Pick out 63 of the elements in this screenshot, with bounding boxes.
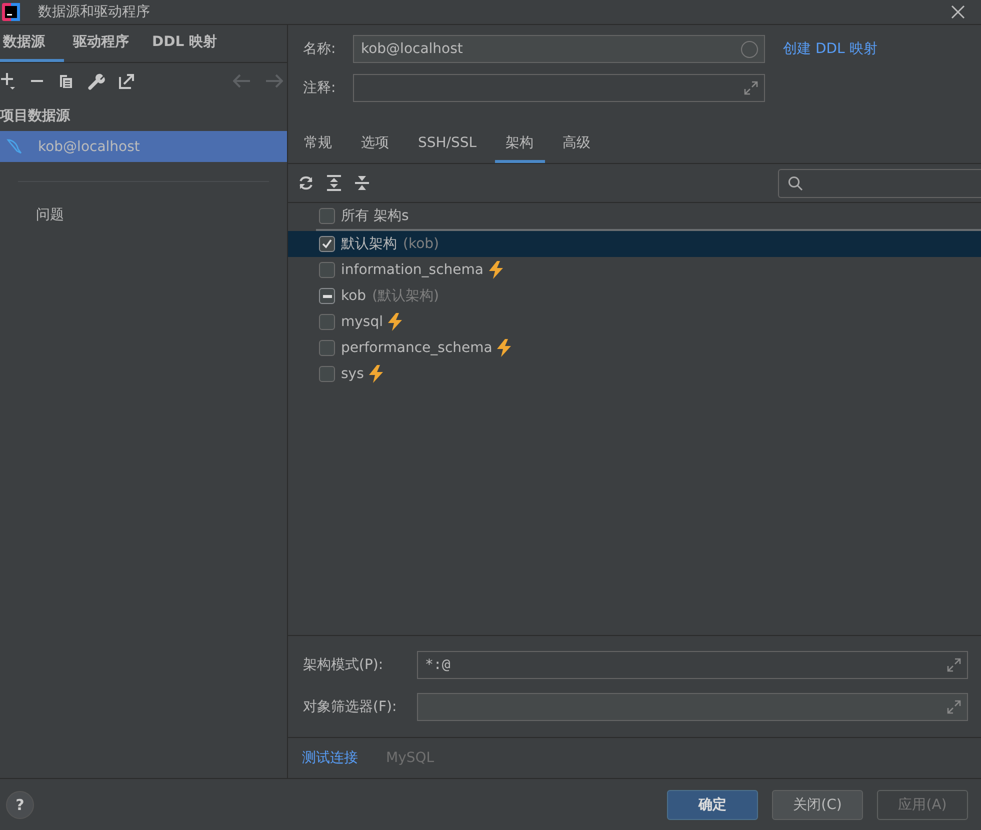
tab[interactable]: 选项 [350, 126, 400, 163]
expand-icon[interactable] [947, 658, 961, 672]
search-icon [788, 176, 803, 190]
checkbox[interactable] [319, 262, 335, 278]
ok-button[interactable]: 确定 [667, 790, 758, 820]
wrench-icon[interactable] [88, 72, 105, 90]
expand-icon[interactable] [947, 700, 961, 714]
sidebar-tab[interactable]: 驱动程序 [70, 25, 143, 62]
object-filter-label: 对象筛选器(F): [303, 698, 398, 716]
comment-field[interactable] [353, 74, 765, 102]
schema-row[interactable]: kob (默认架构) [288, 283, 981, 309]
object-filter-field[interactable] [417, 693, 968, 721]
schema-row[interactable]: 默认架构 (kob) [288, 231, 981, 257]
tab[interactable]: 高级 [552, 126, 602, 163]
tab[interactable]: 常规 [293, 126, 343, 163]
test-connection-link[interactable]: 测试连接 [302, 749, 358, 767]
close-icon[interactable] [951, 5, 965, 19]
tab[interactable]: SSH/SSL [407, 126, 488, 163]
schema-name: sys [341, 366, 364, 382]
sidebar-tab[interactable]: 数据源 [0, 25, 64, 62]
section-title: 项目数据源 [0, 107, 72, 126]
jump-icon[interactable] [119, 73, 135, 89]
name-field[interactable]: kob@localhost [353, 35, 765, 63]
sidebar-tab[interactable]: DDL 映射 [149, 25, 232, 62]
schema-note: (kob) [403, 236, 439, 252]
back-arrow-icon[interactable] [233, 74, 251, 88]
schema-name: 默认架构 [341, 235, 397, 253]
schema-name: performance_schema [341, 340, 492, 356]
help-button[interactable]: ? [6, 790, 34, 818]
collapse-all-icon[interactable] [354, 175, 370, 191]
schema-name: mysql [341, 314, 383, 330]
window-title: 数据源和驱动程序 [38, 3, 150, 21]
tab[interactable]: 架构 [494, 126, 545, 163]
app-logo-icon [2, 3, 20, 21]
problems-item[interactable]: 问题 [36, 206, 64, 224]
refresh-icon[interactable] [298, 175, 314, 191]
schema-note: (默认架构) [372, 287, 439, 305]
status-circle-icon [741, 40, 758, 58]
schema-row[interactable]: sys [288, 361, 981, 387]
schema-row[interactable]: information_schema [288, 257, 981, 283]
schema-pattern-label: 架构模式(P): [303, 656, 384, 674]
search-field[interactable] [778, 168, 981, 198]
forward-arrow-icon[interactable] [265, 74, 283, 88]
create-ddl-mapping-link[interactable]: 创建 DDL 映射 [783, 40, 878, 58]
comment-label: 注释: [303, 79, 337, 97]
schema-name: information_schema [341, 262, 484, 278]
schema-name: 所有 架构s [341, 207, 409, 225]
schema-row[interactable]: performance_schema [288, 335, 981, 361]
copy-icon[interactable] [58, 73, 74, 89]
add-icon[interactable] [0, 72, 16, 90]
name-label: 名称: [303, 40, 337, 58]
checkbox[interactable] [319, 236, 335, 252]
checkbox[interactable] [319, 208, 335, 224]
schema-name: kob [341, 288, 366, 304]
checkbox[interactable] [319, 340, 335, 356]
expand-icon[interactable] [744, 81, 758, 95]
dialog-button[interactable]: 关闭(C) [772, 790, 863, 820]
checkbox[interactable] [319, 288, 335, 304]
checkbox[interactable] [319, 314, 335, 330]
checkbox[interactable] [319, 366, 335, 382]
schema-row[interactable]: mysql [288, 309, 981, 335]
schema-pattern-field[interactable]: *:@ [417, 651, 968, 679]
expand-all-icon[interactable] [326, 175, 342, 191]
